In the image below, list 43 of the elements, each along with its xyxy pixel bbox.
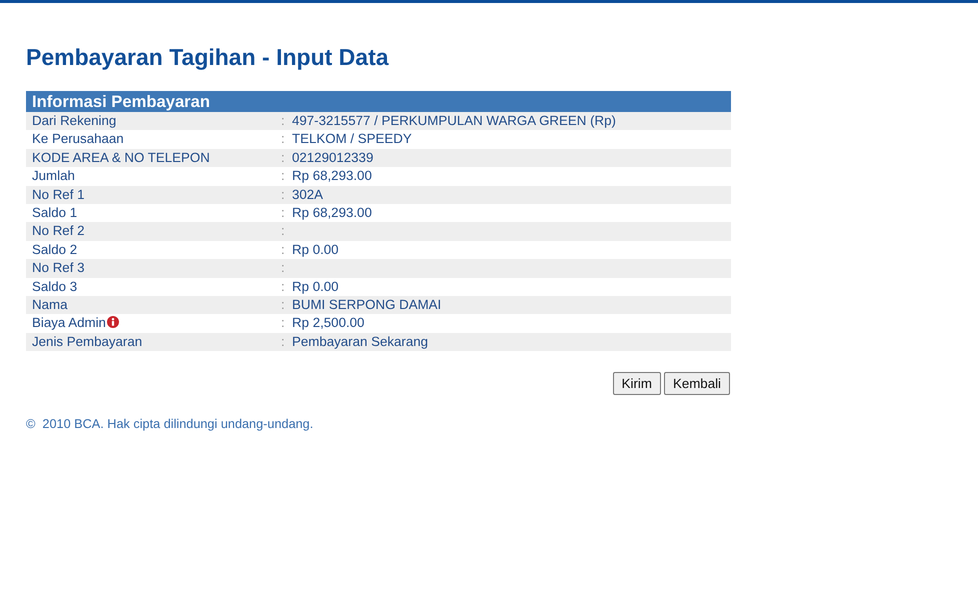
- separator-colon: :: [281, 278, 286, 296]
- field-value: Rp 68,293.00: [292, 167, 372, 186]
- separator-colon: :: [281, 130, 286, 148]
- field-label: Saldo 3: [32, 278, 78, 296]
- field-label: Jumlah: [32, 167, 75, 186]
- page-title: Pembayaran Tagihan - Input Data: [26, 43, 390, 71]
- field-label: Biaya Admin: [32, 314, 106, 332]
- field-label: Jenis Pembayaran: [32, 332, 142, 351]
- field-label: KODE AREA & NO TELEPON: [32, 148, 210, 167]
- separator-colon: :: [281, 112, 286, 130]
- field-value: BUMI SERPONG DAMAI: [292, 296, 442, 314]
- field-label: Saldo 2: [32, 240, 78, 259]
- separator-colon: :: [281, 296, 286, 314]
- separator-colon: :: [281, 222, 286, 240]
- field-label: No Ref 3: [32, 259, 84, 278]
- separator-colon: :: [281, 148, 286, 167]
- field-label: Ke Perusahaan: [32, 130, 124, 148]
- info-icon[interactable]: [106, 316, 119, 328]
- separator-colon: :: [281, 240, 286, 259]
- separator-colon: :: [281, 204, 286, 222]
- field-value: Rp 0.00: [292, 240, 339, 259]
- field-value: TELKOM / SPEEDY: [292, 130, 412, 148]
- separator-colon: :: [281, 259, 286, 278]
- field-value: Pembayaran Sekarang: [292, 332, 428, 351]
- field-value: Rp 2,500.00: [292, 314, 364, 332]
- field-label: Nama: [32, 296, 68, 314]
- field-value: 497-3215577 / PERKUMPULAN WARGA GREEN (Rp): [292, 112, 616, 130]
- copyright-text: © 2010 BCA. Hak cipta dilindungi undang-undang.: [26, 416, 314, 432]
- back-button[interactable]: Kembali: [664, 372, 730, 396]
- field-label: No Ref 1: [32, 186, 84, 204]
- field-label: Dari Rekening: [32, 112, 116, 130]
- field-value: 02129012339: [292, 148, 374, 167]
- send-button[interactable]: Kirim: [612, 372, 661, 396]
- separator-colon: :: [281, 167, 286, 186]
- field-value: Rp 68,293.00: [292, 204, 372, 222]
- section-header: Informasi Pembayaran: [26, 91, 731, 112]
- separator-colon: :: [281, 186, 286, 204]
- separator-colon: :: [281, 332, 286, 351]
- field-value: Rp 0.00: [292, 278, 339, 296]
- field-value: 302A: [292, 186, 324, 204]
- field-label: Saldo 1: [32, 204, 78, 222]
- field-label: No Ref 2: [32, 222, 84, 240]
- separator-colon: :: [281, 314, 286, 332]
